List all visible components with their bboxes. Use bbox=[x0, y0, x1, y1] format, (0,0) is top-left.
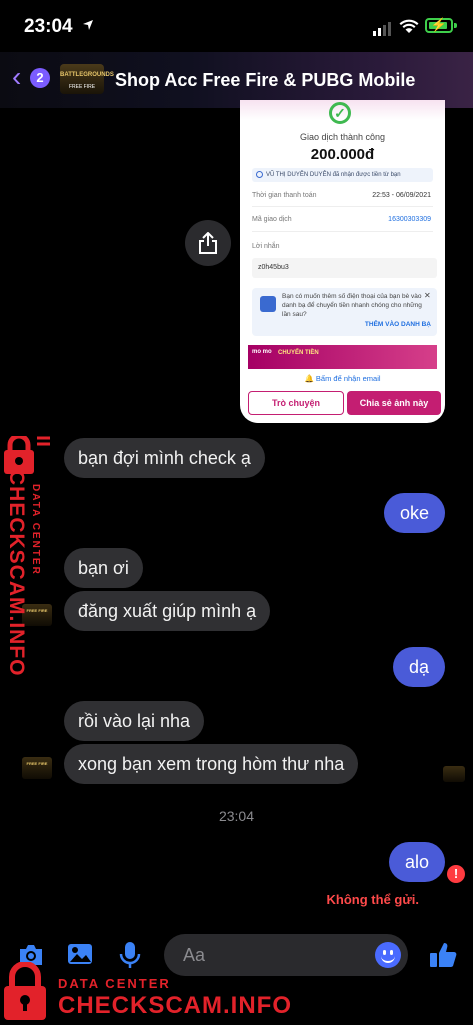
receipt-code-value: 16300303309 bbox=[388, 216, 431, 223]
email-link-label: Bấm để nhận email bbox=[315, 374, 381, 383]
receipt-message-value: z0h45bu3 bbox=[252, 258, 437, 278]
info-icon bbox=[256, 171, 263, 178]
watermark-vertical-site: CHECKSCAM.INFO bbox=[5, 470, 28, 677]
cellular-signal-icon bbox=[373, 22, 391, 36]
charging-bolt-icon: ⚡ bbox=[430, 17, 447, 32]
watermark-label: DATA CENTER bbox=[58, 976, 171, 991]
receipt-message-label: Lời nhắn bbox=[252, 243, 280, 250]
image-icon[interactable] bbox=[66, 940, 96, 970]
receipt-code-label: Mã giao dịch bbox=[252, 216, 292, 223]
receipt-time-label: Thời gian thanh toán bbox=[252, 192, 317, 199]
chevron-left-icon[interactable]: ‹ bbox=[12, 62, 21, 92]
close-icon: ✕ bbox=[424, 291, 431, 300]
phone-contact-icon bbox=[260, 296, 276, 312]
watermark-vertical-label: DATA CENTER bbox=[30, 484, 41, 576]
momo-logo-text: mo mo bbox=[252, 349, 272, 355]
watermark-site: CHECKSCAM.INFO bbox=[58, 992, 292, 1019]
avatar-logo-subtext: FREE FIRE bbox=[68, 84, 96, 90]
status-time: 23:04 bbox=[24, 16, 73, 37]
thumbs-up-icon[interactable] bbox=[428, 940, 458, 970]
emoji-icon[interactable] bbox=[375, 942, 401, 968]
message-input-placeholder: Aa bbox=[183, 945, 206, 965]
divider bbox=[252, 231, 433, 232]
receipt-amount: 200.000đ bbox=[310, 146, 375, 163]
watermark-lock-icon bbox=[4, 961, 46, 1025]
contact-prompt-text: Bạn có muốn thêm số điện thoại của bạn b… bbox=[282, 293, 422, 318]
avatar-logo-text: FREE FIRE bbox=[26, 761, 48, 766]
momo-banner-text: CHUYỂN TIỀN bbox=[278, 350, 319, 356]
receipt-status: Giao dịch thành công bbox=[299, 132, 386, 142]
message-timestamp: 23:04 bbox=[218, 808, 255, 824]
read-receipt-avatar bbox=[443, 766, 465, 782]
message-outgoing-failed[interactable]: alo bbox=[388, 842, 445, 882]
receipt-time-value: 22:53 - 06/09/2021 bbox=[372, 192, 431, 199]
message-incoming[interactable]: xong bạn xem trong hòm thư nha bbox=[64, 744, 359, 784]
receipt-note: VŨ THỊ DUYÊN DUYÊN đã nhận được tiền từ … bbox=[252, 168, 433, 182]
send-failed-text[interactable]: Không thể gửi. bbox=[327, 892, 419, 907]
location-arrow-icon bbox=[82, 18, 94, 34]
sender-avatar[interactable]: FREE FIRE bbox=[22, 757, 52, 779]
microphone-icon[interactable] bbox=[117, 940, 147, 970]
share-image-button: Chia sẻ ảnh này bbox=[347, 391, 441, 415]
avatar-logo-text: BATTLEGROUNDS bbox=[60, 72, 114, 78]
success-check-icon: ✓ bbox=[329, 102, 351, 124]
add-contact-link: THÊM VÀO DANH BẠ bbox=[364, 321, 431, 328]
message-outgoing[interactable]: oke bbox=[383, 493, 445, 533]
momo-banner bbox=[248, 345, 437, 369]
wifi-icon bbox=[399, 18, 419, 34]
message-incoming[interactable]: bạn đợi mình check ạ bbox=[64, 438, 265, 478]
message-incoming[interactable]: đăng xuất giúp mình ạ bbox=[64, 591, 271, 631]
share-icon bbox=[199, 232, 217, 254]
message-incoming[interactable]: rồi vào lại nha bbox=[64, 701, 205, 741]
page-title[interactable]: Shop Acc Free Fire & PUBG Mobile bbox=[115, 70, 415, 91]
divider bbox=[252, 206, 433, 207]
battery-cap bbox=[454, 23, 457, 28]
error-icon[interactable]: ! bbox=[447, 865, 465, 883]
chat-button: Trò chuyện bbox=[248, 391, 344, 415]
email-link: 🔔 Bấm để nhận email bbox=[304, 374, 381, 383]
receipt-image[interactable]: ✓ Giao dịch thành công 200.000đ VŨ THỊ D… bbox=[240, 100, 445, 423]
message-incoming[interactable]: bạn ơi bbox=[64, 548, 143, 588]
share-button[interactable] bbox=[185, 220, 231, 266]
message-outgoing[interactable]: dạ bbox=[392, 647, 445, 687]
unread-badge: 2 bbox=[30, 68, 50, 88]
